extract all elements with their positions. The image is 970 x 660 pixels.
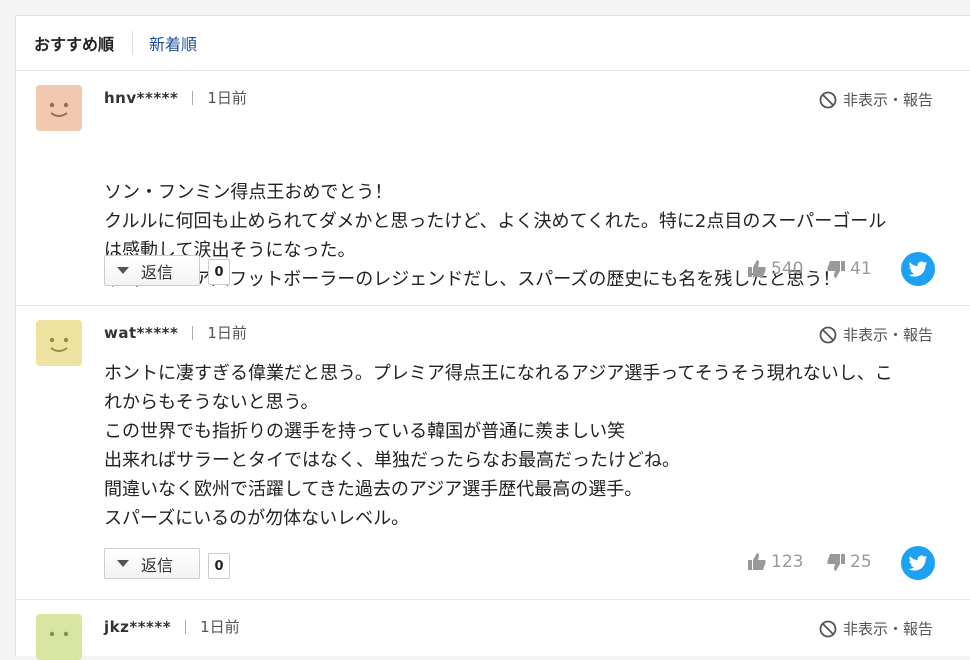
comment-body: ソン・フンミン得点王おめでとう！ クルルに何回も止められてダメかと思ったけど、よ…: [104, 178, 944, 294]
comment-line: ホントに凄すぎる偉業だと思う。プレミア得点王になれるアジア選手ってそうそう現れな…: [104, 363, 893, 384]
thumbs-down-icon: [827, 261, 845, 278]
reply-button[interactable]: 返信: [104, 548, 200, 579]
username[interactable]: jkz*****: [104, 618, 171, 636]
reply-label: 返信: [141, 555, 174, 575]
dislike-button[interactable]: 25: [826, 552, 872, 572]
sort-newest-tab[interactable]: 新着順: [132, 31, 215, 55]
hide-report-link[interactable]: 非表示・報告: [819, 89, 933, 110]
dislike-count: 41: [850, 259, 872, 279]
dislike-count: 25: [850, 552, 872, 572]
dislike-button[interactable]: 41: [826, 259, 872, 279]
thumbs-down-icon: [827, 554, 845, 571]
twitter-share-button[interactable]: [901, 252, 935, 286]
twitter-bird-icon: [908, 260, 928, 277]
comment-line: れからもそうないと思う。: [104, 392, 319, 413]
prohibit-icon: [819, 91, 837, 108]
smiley-face-icon: [49, 337, 69, 352]
caret-down-icon: [117, 267, 129, 274]
comment-line: スパーズにいるのが勿体ないレベル。: [104, 508, 410, 529]
timestamp: 1日前: [200, 618, 240, 636]
twitter-bird-icon: [908, 554, 928, 571]
divider: [185, 619, 187, 634]
reply-count: 0: [208, 553, 230, 579]
comment-line: 出来ればサラーとタイではなく、単独だったらなお最高だったけどね。: [104, 450, 680, 471]
comments-panel: おすすめ順 新着順 hnv***** 1日前 非表示・報告 ソン・フンミン得点王…: [15, 15, 970, 660]
hide-report-label: 非表示・報告: [842, 620, 933, 638]
thumbs-up-icon: [748, 553, 766, 570]
like-count: 123: [771, 552, 804, 572]
divider: [192, 90, 194, 105]
like-button[interactable]: 123: [747, 552, 803, 572]
reply-count: 0: [208, 259, 230, 285]
reply-label: 返信: [141, 262, 174, 282]
comment-line: 間違いなく欧州で活躍してきた過去のアジア選手歴代最高の選手。: [104, 479, 643, 500]
sort-bar: おすすめ順 新着順: [16, 16, 970, 71]
hide-report-link[interactable]: 非表示・報告: [819, 618, 933, 639]
divider: [192, 325, 194, 340]
username[interactable]: wat*****: [104, 324, 178, 342]
prohibit-icon: [819, 620, 837, 637]
comment-meta: hnv***** 1日前: [104, 87, 247, 108]
comment-body: ホントに凄すぎる偉業だと思う。プレミア得点王になれるアジア選手ってそうそう現れな…: [104, 359, 944, 533]
comment-meta: wat***** 1日前: [104, 322, 247, 343]
reply-button[interactable]: 返信: [104, 255, 200, 286]
comment-item: jkz***** 1日前 非表示・報告: [16, 600, 970, 660]
twitter-share-button[interactable]: [901, 546, 935, 580]
comment-line: ソン・フンミン得点王おめでとう！: [104, 182, 393, 203]
caret-down-icon: [117, 560, 129, 567]
comment-item: wat***** 1日前 非表示・報告 ホントに凄すぎる偉業だと思う。プレミア得…: [16, 306, 970, 600]
avatar[interactable]: [36, 85, 82, 131]
comment-line: クルルに何回も止められてダメかと思ったけど、よく決めてくれた。特に2点目のスーパ…: [104, 211, 887, 232]
smiley-face-icon: [49, 102, 69, 117]
comment-item: hnv***** 1日前 非表示・報告 ソン・フンミン得点王おめでとう！ クルル…: [16, 71, 970, 306]
hide-report-label: 非表示・報告: [842, 326, 933, 344]
prohibit-icon: [819, 326, 837, 343]
hide-report-label: 非表示・報告: [842, 91, 933, 109]
avatar[interactable]: [36, 614, 82, 660]
timestamp: 1日前: [207, 89, 247, 107]
like-button[interactable]: 540: [747, 259, 803, 279]
smiley-face-icon: [49, 631, 69, 637]
hide-report-link[interactable]: 非表示・報告: [819, 324, 933, 345]
comment-line: この世界でも指折りの選手を持っている韓国が普通に羨ましい笑: [104, 421, 626, 442]
username[interactable]: hnv*****: [104, 89, 178, 107]
comment-meta: jkz***** 1日前: [104, 616, 240, 637]
thumbs-up-icon: [748, 260, 766, 277]
like-count: 540: [771, 259, 804, 279]
comment-line: は感動して涙出そうになった。: [104, 240, 356, 261]
comment-line: 本当にアジア人フットボーラーのレジェンドだし、スパーズの歴史にも名を残したと思う…: [104, 269, 841, 290]
sort-recommended-tab[interactable]: おすすめ順: [16, 31, 132, 55]
avatar[interactable]: [36, 320, 82, 366]
timestamp: 1日前: [207, 324, 247, 342]
